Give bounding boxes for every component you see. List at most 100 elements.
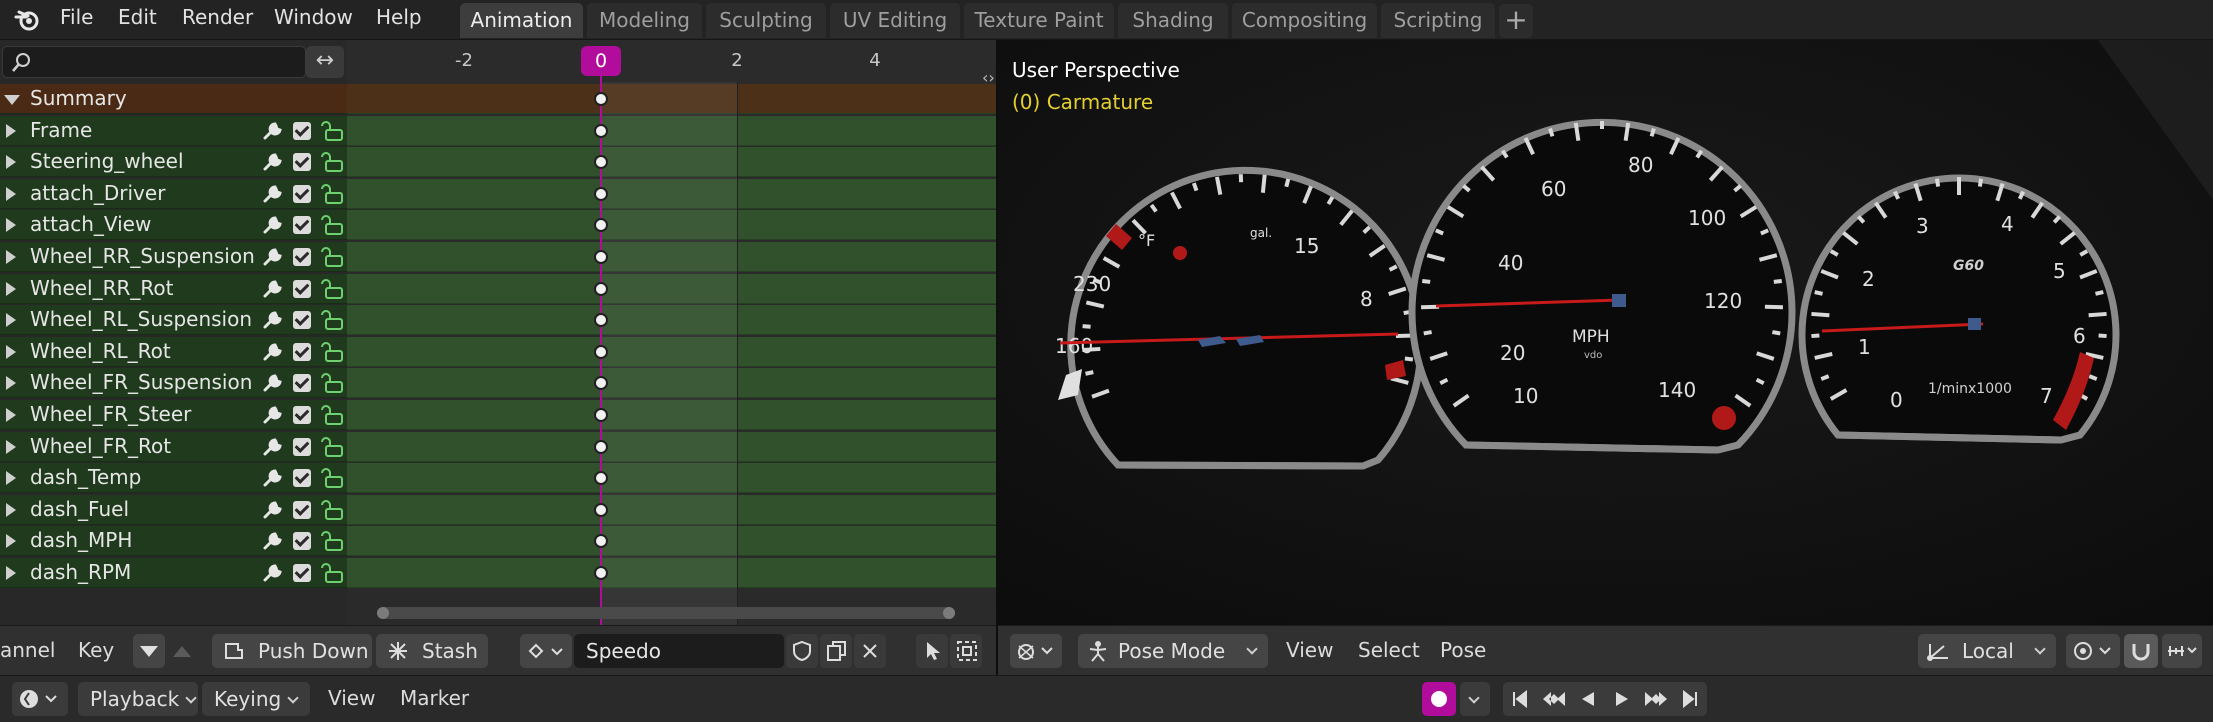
expand-icon[interactable]: [6, 250, 16, 264]
snap-target-selector[interactable]: [2162, 634, 2202, 668]
timeline-editor-type-button[interactable]: [12, 682, 68, 716]
channel-enabled-checkbox[interactable]: [293, 469, 311, 488]
expand-icon[interactable]: [6, 344, 16, 359]
unlock-icon[interactable]: [320, 562, 346, 584]
tab-scripting[interactable]: Scripting: [1381, 3, 1495, 38]
channel-row[interactable]: attach_Driver: [0, 178, 347, 209]
channel-enabled-checkbox[interactable]: [293, 279, 311, 298]
pivot-point-selector[interactable]: [2066, 634, 2120, 668]
unlock-icon[interactable]: [320, 499, 346, 521]
tab-animation[interactable]: Animation: [460, 3, 583, 38]
wrench-icon[interactable]: [262, 184, 284, 204]
channel-row[interactable]: Wheel_RR_Rot: [0, 273, 347, 304]
keyframe[interactable]: [594, 502, 608, 517]
play-reverse-button[interactable]: [1571, 682, 1605, 716]
menu-window[interactable]: Window: [274, 0, 353, 36]
stash-button[interactable]: Stash: [376, 634, 488, 668]
unlock-icon[interactable]: [320, 436, 346, 458]
box-select-button[interactable]: [950, 634, 982, 668]
expand-icon[interactable]: [6, 123, 16, 138]
select-tool-button[interactable]: [916, 634, 948, 668]
tab-texture-paint[interactable]: Texture Paint: [964, 3, 1114, 38]
layer-down-button[interactable]: [133, 634, 165, 668]
3d-viewport[interactable]: °F gal. 160 230 8 15 10 20 40 60 80 100 …: [998, 40, 2213, 625]
swap-icon[interactable]: ↔: [306, 46, 344, 78]
wrench-icon[interactable]: [262, 215, 284, 235]
editor-type-button[interactable]: [1010, 634, 1062, 668]
channel-search-input[interactable]: [2, 46, 306, 78]
menu-edit[interactable]: Edit: [118, 0, 157, 36]
channel-menu[interactable]: annel: [0, 638, 55, 662]
auto-keying-options[interactable]: [1460, 682, 1490, 716]
transform-orientation-selector[interactable]: Local: [1918, 634, 2056, 668]
unlock-icon[interactable]: [320, 341, 346, 363]
menu-render[interactable]: Render: [182, 0, 253, 36]
keyframe[interactable]: [594, 281, 608, 296]
jump-start-button[interactable]: [1503, 682, 1537, 716]
channel-row[interactable]: Wheel_RL_Suspension: [0, 305, 347, 336]
split-arrows-icon[interactable]: ‹›: [982, 68, 995, 87]
push-down-button[interactable]: Push Down: [212, 634, 372, 668]
channel-row[interactable]: Wheel_RL_Rot: [0, 336, 347, 367]
channel-enabled-checkbox[interactable]: [293, 121, 311, 140]
play-button[interactable]: [1605, 682, 1639, 716]
unlock-icon[interactable]: [320, 309, 346, 331]
channel-row[interactable]: dash_Fuel: [0, 494, 347, 525]
action-browse-button[interactable]: [520, 634, 572, 668]
wrench-icon[interactable]: [262, 152, 284, 172]
keyframe[interactable]: [594, 408, 608, 422]
tab-uv-editing[interactable]: UV Editing: [830, 3, 960, 38]
expand-icon[interactable]: [6, 566, 16, 580]
menu-file[interactable]: File: [60, 0, 93, 36]
horizontal-scrollbar[interactable]: [377, 607, 955, 619]
expand-icon[interactable]: [6, 408, 16, 422]
channel-summary[interactable]: Summary: [0, 84, 347, 114]
timeline-view-menu[interactable]: View: [328, 686, 375, 710]
wrench-icon[interactable]: [262, 121, 284, 141]
marker-menu[interactable]: Marker: [400, 686, 469, 710]
menu-select[interactable]: Select: [1358, 638, 1420, 662]
channel-enabled-checkbox[interactable]: [293, 184, 311, 203]
channel-enabled-checkbox[interactable]: [293, 342, 311, 361]
key-menu[interactable]: Key: [78, 638, 114, 662]
playback-menu[interactable]: Playback: [78, 682, 198, 716]
wrench-icon[interactable]: [262, 563, 284, 583]
channel-row[interactable]: Frame: [0, 115, 347, 146]
mode-selector[interactable]: Pose Mode: [1078, 634, 1268, 668]
channel-enabled-checkbox[interactable]: [293, 532, 311, 551]
wrench-icon[interactable]: [262, 247, 284, 267]
unlock-icon[interactable]: [320, 151, 346, 173]
keying-menu[interactable]: Keying: [202, 682, 310, 716]
channel-row[interactable]: Wheel_FR_Suspension: [0, 368, 347, 399]
wrench-icon[interactable]: [262, 279, 284, 299]
expand-icon[interactable]: [6, 281, 16, 296]
wrench-icon[interactable]: [262, 405, 284, 425]
current-frame-indicator[interactable]: 0: [581, 46, 621, 76]
unlink-action-button[interactable]: [854, 634, 886, 668]
add-workspace-button[interactable]: +: [1499, 4, 1533, 38]
expand-icon[interactable]: [6, 534, 16, 549]
scroll-handle-right[interactable]: [943, 607, 955, 619]
blender-logo-icon[interactable]: [14, 7, 40, 33]
unlock-icon[interactable]: [320, 183, 346, 205]
channel-enabled-checkbox[interactable]: [293, 248, 311, 266]
wrench-icon[interactable]: [262, 373, 284, 393]
channel-enabled-checkbox[interactable]: [293, 500, 311, 519]
unlock-icon[interactable]: [320, 372, 346, 394]
jump-end-button[interactable]: [1673, 682, 1707, 716]
unlock-icon[interactable]: [320, 120, 346, 142]
tab-compositing[interactable]: Compositing: [1232, 3, 1377, 38]
channel-row[interactable]: Wheel_RR_Suspension: [0, 242, 347, 272]
channel-row[interactable]: dash_RPM: [0, 558, 347, 588]
channel-row[interactable]: dash_MPH: [0, 526, 347, 557]
channel-row[interactable]: Steering_wheel: [0, 147, 347, 178]
menu-pose[interactable]: Pose: [1440, 638, 1486, 662]
scroll-handle-left[interactable]: [377, 607, 389, 619]
wrench-icon[interactable]: [262, 437, 284, 457]
unlock-icon[interactable]: [320, 404, 346, 426]
expand-icon[interactable]: [6, 502, 16, 517]
keyframe[interactable]: [594, 439, 608, 454]
expand-icon[interactable]: [6, 186, 16, 201]
action-name-field[interactable]: Speedo: [574, 634, 784, 668]
keyframe[interactable]: [594, 123, 608, 138]
